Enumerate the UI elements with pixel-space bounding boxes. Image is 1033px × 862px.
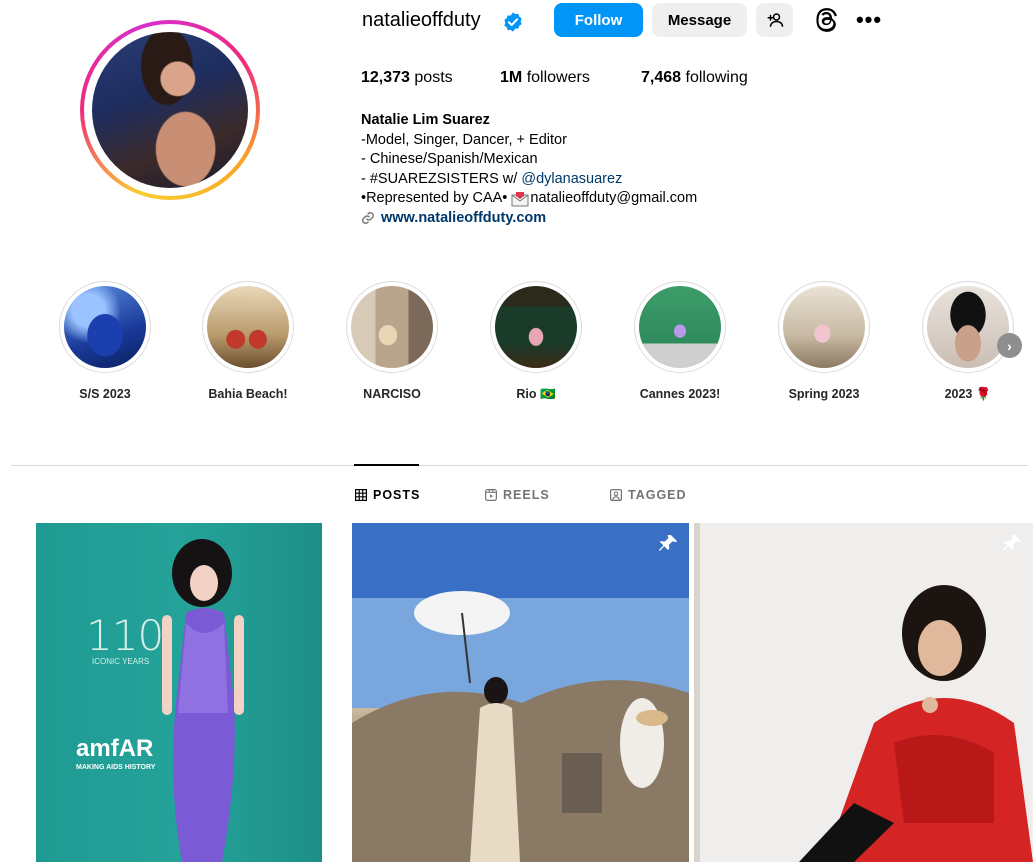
pinned-post-icon xyxy=(658,534,678,551)
post-tile[interactable]: 110 ICONIC YEARS amfAR MAKING AIDS HISTO… xyxy=(36,523,322,862)
post-tile[interactable] xyxy=(352,523,689,862)
tagged-icon xyxy=(610,489,622,501)
highlight-item[interactable]: Rio 🇧🇷 xyxy=(490,281,582,401)
highlight-item[interactable]: Cannes 2023! xyxy=(634,281,726,401)
tab-tagged[interactable]: TAGGED xyxy=(610,488,687,502)
website-link[interactable]: www.natalieoffduty.com xyxy=(361,209,697,229)
highlight-item[interactable]: S/S 2023 xyxy=(59,281,151,401)
follow-button[interactable]: Follow xyxy=(554,3,643,37)
post-photo-scene xyxy=(352,523,689,862)
tabs-divider xyxy=(11,465,1028,466)
bio: Natalie Lim Suarez -Model, Singer, Dance… xyxy=(361,111,697,228)
full-name: Natalie Lim Suarez xyxy=(361,112,490,128)
bio-line: - Chinese/Spanish/Mexican xyxy=(361,151,538,167)
pinned-post-icon xyxy=(1002,534,1022,551)
highlight-cover xyxy=(64,286,146,368)
link-icon xyxy=(362,212,374,225)
grid-icon xyxy=(355,489,367,501)
highlight-cover xyxy=(783,286,865,368)
post-photo-portrait xyxy=(694,523,1033,862)
active-tab-indicator xyxy=(354,464,419,466)
followers-stat[interactable]: 1M followers xyxy=(500,69,590,87)
highlight-cover xyxy=(639,286,721,368)
envelope-icon xyxy=(511,191,529,207)
mention-link[interactable]: @dylanasuarez xyxy=(521,171,622,187)
highlight-cover xyxy=(351,286,433,368)
add-user-button[interactable] xyxy=(756,3,793,37)
profile-avatar[interactable] xyxy=(80,20,260,200)
post-photo-figure xyxy=(162,539,244,862)
highlight-cover xyxy=(927,286,1009,368)
bio-line: •Represented by CAA• natalieoffduty@gmai… xyxy=(361,189,697,209)
avatar-photo xyxy=(92,32,248,188)
message-button[interactable]: Message xyxy=(652,3,747,37)
reels-icon xyxy=(485,489,497,501)
highlight-cover xyxy=(495,286,577,368)
threads-icon[interactable] xyxy=(814,7,840,33)
contact-email: natalieoffduty@gmail.com xyxy=(530,190,698,206)
username: natalieoffduty xyxy=(362,9,481,31)
highlight-cover xyxy=(207,286,289,368)
tab-posts[interactable]: POSTS xyxy=(355,488,420,502)
highlight-item[interactable]: Spring 2023 xyxy=(778,281,870,401)
following-stat[interactable]: 7,468 following xyxy=(641,69,748,87)
highlight-item[interactable]: 2023 🌹 xyxy=(922,281,1014,401)
tab-reels[interactable]: REELS xyxy=(485,488,550,502)
more-options-icon[interactable]: ••• xyxy=(856,7,882,33)
highlights-next-button[interactable]: › xyxy=(997,333,1022,358)
bio-line: - #SUAREZSISTERS w/ @dylanasuarez xyxy=(361,170,623,187)
verified-badge-icon xyxy=(504,12,522,32)
highlight-item[interactable]: NARCISO xyxy=(346,281,438,401)
post-tile[interactable] xyxy=(694,523,1033,862)
add-user-icon xyxy=(767,13,783,27)
posts-stat: 12,373 posts xyxy=(361,69,453,86)
bio-line: -Model, Singer, Dancer, + Editor xyxy=(361,131,567,148)
highlight-item[interactable]: Bahia Beach! xyxy=(202,281,294,401)
